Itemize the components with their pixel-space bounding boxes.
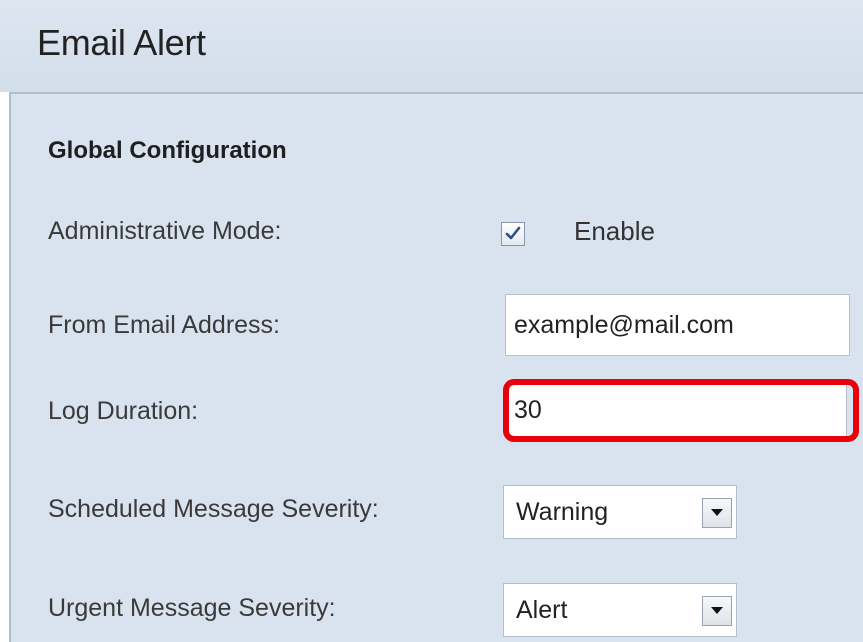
chevron-down-icon bbox=[711, 509, 723, 516]
from-email-address-label: From Email Address: bbox=[48, 311, 281, 339]
scheduled-severity-dropdown-button[interactable] bbox=[702, 498, 732, 528]
log-duration-label: Log Duration: bbox=[48, 397, 199, 425]
enable-checkbox-label[interactable]: Enable bbox=[574, 216, 655, 247]
scheduled-severity-value: Warning bbox=[516, 498, 609, 526]
administrative-mode-checkbox[interactable] bbox=[501, 222, 525, 246]
log-duration-input[interactable] bbox=[505, 384, 847, 437]
urgent-severity-dropdown-button[interactable] bbox=[702, 596, 732, 626]
administrative-mode-label: Administrative Mode: bbox=[48, 217, 282, 245]
global-configuration-panel bbox=[9, 92, 863, 642]
from-email-address-input[interactable] bbox=[505, 294, 850, 356]
urgent-message-severity-label: Urgent Message Severity: bbox=[48, 594, 336, 622]
urgent-message-severity-select[interactable]: Alert bbox=[503, 583, 737, 637]
chevron-down-icon bbox=[711, 607, 723, 614]
page-title: Email Alert bbox=[37, 22, 206, 63]
checkmark-icon bbox=[505, 226, 521, 240]
page-header: Email Alert bbox=[0, 0, 863, 92]
section-title: Global Configuration bbox=[48, 137, 287, 164]
scheduled-message-severity-label: Scheduled Message Severity: bbox=[48, 495, 379, 523]
urgent-severity-value: Alert bbox=[516, 596, 568, 624]
scheduled-message-severity-select[interactable]: Warning bbox=[503, 485, 737, 539]
